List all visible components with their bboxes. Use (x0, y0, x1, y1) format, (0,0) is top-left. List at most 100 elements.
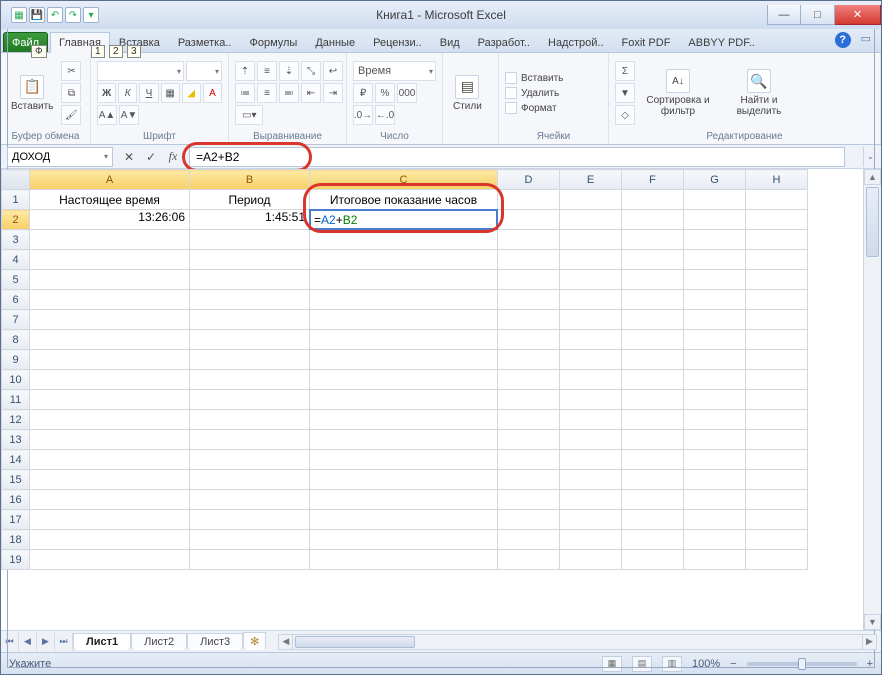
name-box[interactable]: ДОХОД (7, 147, 113, 167)
vertical-scrollbar[interactable]: ▲ ▼ (863, 169, 881, 630)
row-header[interactable]: 9 (2, 350, 30, 370)
tab-formulas[interactable]: Формулы (240, 32, 306, 52)
sheet-nav-next-icon[interactable]: ▶ (37, 633, 55, 651)
row-header[interactable]: 1 (2, 190, 30, 210)
zoom-slider[interactable] (747, 662, 857, 666)
font-name-select[interactable] (97, 61, 184, 81)
wrap-icon[interactable]: ↩ (323, 61, 343, 81)
col-header[interactable]: G (684, 170, 746, 190)
help-icon[interactable]: ? (835, 32, 851, 48)
zoom-in-icon[interactable]: + (867, 658, 873, 670)
close-button[interactable]: ✕ (835, 5, 881, 25)
percent-icon[interactable]: % (375, 83, 395, 103)
paste-button[interactable]: 📋Вставить (7, 73, 57, 114)
font-size-select[interactable] (186, 61, 222, 81)
qat-undo-icon[interactable]: ↶ (47, 7, 63, 23)
view-normal-icon[interactable]: ▦ (602, 656, 622, 672)
tab-foxit[interactable]: Foxit PDF (613, 32, 680, 52)
comma-icon[interactable]: 000 (397, 83, 417, 103)
col-header[interactable]: F (622, 170, 684, 190)
formatpainter-icon[interactable]: 🖌 (61, 105, 81, 125)
view-pagebreak-icon[interactable]: ▥ (662, 656, 682, 672)
tab-dev[interactable]: Разработ.. (469, 32, 539, 52)
cell[interactable] (684, 210, 746, 230)
scroll-thumb[interactable] (295, 636, 415, 648)
scroll-left-icon[interactable]: ◀ (279, 635, 293, 649)
cut-icon[interactable]: ✂ (61, 61, 81, 81)
currency-icon[interactable]: ₽ (353, 83, 373, 103)
copy-icon[interactable]: ⧉ (61, 83, 81, 103)
border-icon[interactable]: ▦ (161, 83, 180, 103)
row-header[interactable]: 18 (2, 530, 30, 550)
cells-insert-button[interactable]: Вставить (505, 72, 563, 84)
cell[interactable]: Итоговое показание часов (310, 190, 498, 210)
scroll-down-icon[interactable]: ▼ (864, 614, 881, 630)
autosum-icon[interactable]: Σ (615, 61, 635, 81)
cell[interactable] (622, 190, 684, 210)
row-header[interactable]: 5 (2, 270, 30, 290)
row-header[interactable]: 15 (2, 470, 30, 490)
bold-button[interactable]: Ж (97, 83, 116, 103)
row-header[interactable]: 16 (2, 490, 30, 510)
cell[interactable] (746, 210, 808, 230)
scroll-thumb[interactable] (866, 187, 879, 257)
new-sheet-icon[interactable]: ✻ (243, 632, 266, 650)
sheet-tab[interactable]: Лист2 (131, 633, 187, 650)
align-top-icon[interactable]: ⇡ (235, 61, 255, 81)
row-header[interactable]: 11 (2, 390, 30, 410)
select-all-corner[interactable] (2, 170, 30, 190)
tab-abbyy[interactable]: ABBYY PDF.. (679, 32, 763, 52)
row-header[interactable]: 7 (2, 310, 30, 330)
fx-icon[interactable]: fx (163, 147, 183, 167)
row-header[interactable]: 13 (2, 430, 30, 450)
cell[interactable]: Период (190, 190, 310, 210)
scroll-right-icon[interactable]: ▶ (862, 635, 876, 649)
fillcolor-icon[interactable]: ◢ (182, 83, 201, 103)
orientation-icon[interactable]: ⤡ (301, 61, 321, 81)
tab-view[interactable]: Вид (431, 32, 469, 52)
cells-format-button[interactable]: Формат (505, 102, 563, 114)
cell[interactable] (746, 190, 808, 210)
clear-icon[interactable]: ◇ (615, 105, 635, 125)
col-header[interactable]: A (30, 170, 190, 190)
fontcolor-icon[interactable]: A (203, 83, 222, 103)
tab-addins[interactable]: Надстрой.. (539, 32, 613, 52)
view-layout-icon[interactable]: ▤ (632, 656, 652, 672)
cell[interactable]: Настоящее время (30, 190, 190, 210)
qat-custom-icon[interactable]: ▾ (83, 7, 99, 23)
cell[interactable] (622, 210, 684, 230)
row-header[interactable]: 8 (2, 330, 30, 350)
align-left-icon[interactable]: ≔ (235, 83, 255, 103)
col-header[interactable]: B (190, 170, 310, 190)
col-header[interactable]: E (560, 170, 622, 190)
grow-font-icon[interactable]: A▲ (97, 105, 117, 125)
col-header[interactable]: H (746, 170, 808, 190)
align-right-icon[interactable]: ≕ (279, 83, 299, 103)
number-format-select[interactable]: Время (353, 61, 436, 81)
cancel-formula-icon[interactable]: ✕ (119, 147, 139, 167)
row-header[interactable]: 19 (2, 550, 30, 570)
enter-formula-icon[interactable]: ✓ (141, 147, 161, 167)
row-header[interactable]: 2 (2, 210, 30, 230)
sheet-nav-prev-icon[interactable]: ◀ (19, 633, 37, 651)
styles-button[interactable]: ▤Стили (449, 73, 486, 114)
row-header[interactable]: 17 (2, 510, 30, 530)
formula-input[interactable]: =A2+B2 (189, 147, 845, 167)
ribbon-minmax-icon[interactable]: ▭ (861, 32, 871, 48)
cell-marquee[interactable]: 13:26:06 (30, 210, 190, 230)
tab-review[interactable]: Рецензи.. (364, 32, 431, 52)
sheet-nav-first-icon[interactable]: ⏮ (1, 633, 19, 651)
cell[interactable] (560, 190, 622, 210)
expand-formula-icon[interactable]: ⌄ (863, 147, 877, 167)
cell[interactable] (498, 190, 560, 210)
col-header[interactable]: C (310, 170, 498, 190)
align-center-icon[interactable]: ≡ (257, 83, 277, 103)
zoom-out-icon[interactable]: − (730, 658, 736, 670)
indent-inc-icon[interactable]: ⇥ (323, 83, 343, 103)
italic-button[interactable]: К (118, 83, 137, 103)
horizontal-scrollbar[interactable]: ◀ ▶ (278, 634, 877, 650)
sheet-tab[interactable]: Лист3 (187, 633, 243, 650)
tab-data[interactable]: Данные (306, 32, 364, 52)
sheet-tab[interactable]: Лист1 (73, 633, 131, 650)
cell[interactable] (684, 190, 746, 210)
